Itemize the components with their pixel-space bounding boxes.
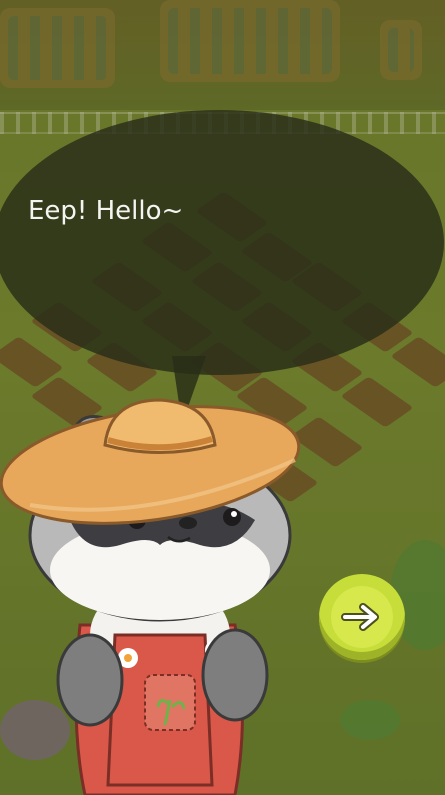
speech-bubble — [0, 110, 444, 375]
speech-text: Eep! Hello~ — [28, 196, 184, 226]
raccoon-character — [0, 398, 301, 795]
arrow-right-icon — [341, 603, 379, 631]
game-scene: Eep! Hello~ — [0, 0, 445, 795]
next-button[interactable] — [319, 574, 405, 660]
